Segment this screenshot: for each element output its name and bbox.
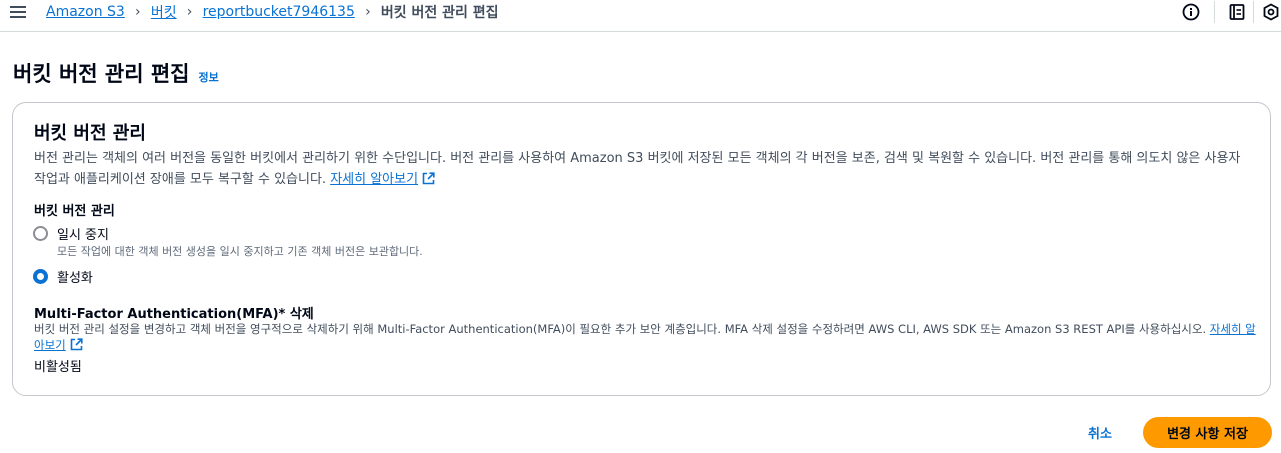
versioning-description-text: 버전 관리는 객체의 여러 버전을 동일한 버킷에서 관리하기 위한 수단입니다…	[34, 151, 1241, 187]
menu-icon[interactable]	[10, 4, 28, 20]
versioning-field-label: 버킷 버전 관리	[34, 204, 115, 219]
learn-more-label: 자세히 알아보기	[330, 172, 419, 187]
top-navigation-bar: Amazon S3 › 버킷 › reportbucket7946135 › 버…	[0, 0, 1281, 32]
versioning-description: 버전 관리는 객체의 여러 버전을 동일한 버킷에서 관리하기 위한 수단입니다…	[34, 148, 1252, 190]
external-link-icon	[422, 172, 435, 185]
radio-suspend-description: 모든 작업에 대한 객체 버전 생성을 일시 중지하고 기존 객체 버전은 보관…	[57, 245, 423, 258]
radio-enable[interactable]: 활성화	[33, 267, 93, 286]
info-link[interactable]: 정보	[199, 69, 219, 85]
breadcrumb-current: 버킷 버전 관리 편집	[380, 5, 499, 21]
chevron-right-icon: ›	[365, 4, 371, 20]
cancel-button[interactable]: 취소	[1078, 417, 1122, 447]
radio-enable-label: 활성화	[57, 271, 93, 286]
breadcrumb-amazon-s3[interactable]: Amazon S3	[46, 4, 125, 20]
mfa-delete-description: 버킷 버전 관리 설정을 변경하고 객체 버전을 영구적으로 삭제하기 위해 M…	[34, 321, 1256, 353]
top-right-icons	[1181, 1, 1281, 23]
mfa-delete-title: Multi-Factor Authentication(MFA)* 삭제	[34, 307, 314, 322]
icon-divider	[1214, 1, 1215, 23]
radio-suspend[interactable]: 일시 중지	[33, 224, 109, 243]
external-link-icon	[70, 338, 83, 351]
mfa-delete-status: 비활성됨	[34, 360, 82, 375]
breadcrumb-bucket-name[interactable]: reportbucket7946135	[203, 4, 355, 20]
chevron-right-icon: ›	[135, 4, 141, 20]
info-icon[interactable]	[1181, 2, 1201, 22]
mfa-description-text: 버킷 버전 관리 설정을 변경하고 객체 버전을 영구적으로 삭제하기 위해 M…	[34, 322, 1207, 336]
radio-suspend-control[interactable]	[33, 226, 48, 241]
icon-divider	[1253, 1, 1254, 23]
versioning-container: 버킷 버전 관리 버전 관리는 객체의 여러 버전을 동일한 버킷에서 관리하기…	[12, 102, 1271, 396]
save-changes-button[interactable]: 변경 사항 저장	[1143, 417, 1272, 448]
versioning-learn-more-link[interactable]: 자세히 알아보기	[330, 172, 435, 187]
container-title: 버킷 버전 관리	[34, 123, 146, 144]
document-icon[interactable]	[1227, 2, 1247, 22]
breadcrumb-buckets[interactable]: 버킷	[151, 2, 177, 22]
radio-enable-control[interactable]	[33, 269, 48, 284]
settings-icon[interactable]	[1261, 2, 1281, 22]
chevron-right-icon: ›	[186, 4, 193, 20]
page-header: 버킷 버전 관리 편집 정보	[13, 58, 219, 88]
radio-suspend-label: 일시 중지	[57, 228, 109, 243]
breadcrumb: Amazon S3 › 버킷 › reportbucket7946135 › 버…	[46, 2, 499, 22]
page-title: 버킷 버전 관리 편집	[13, 62, 190, 86]
